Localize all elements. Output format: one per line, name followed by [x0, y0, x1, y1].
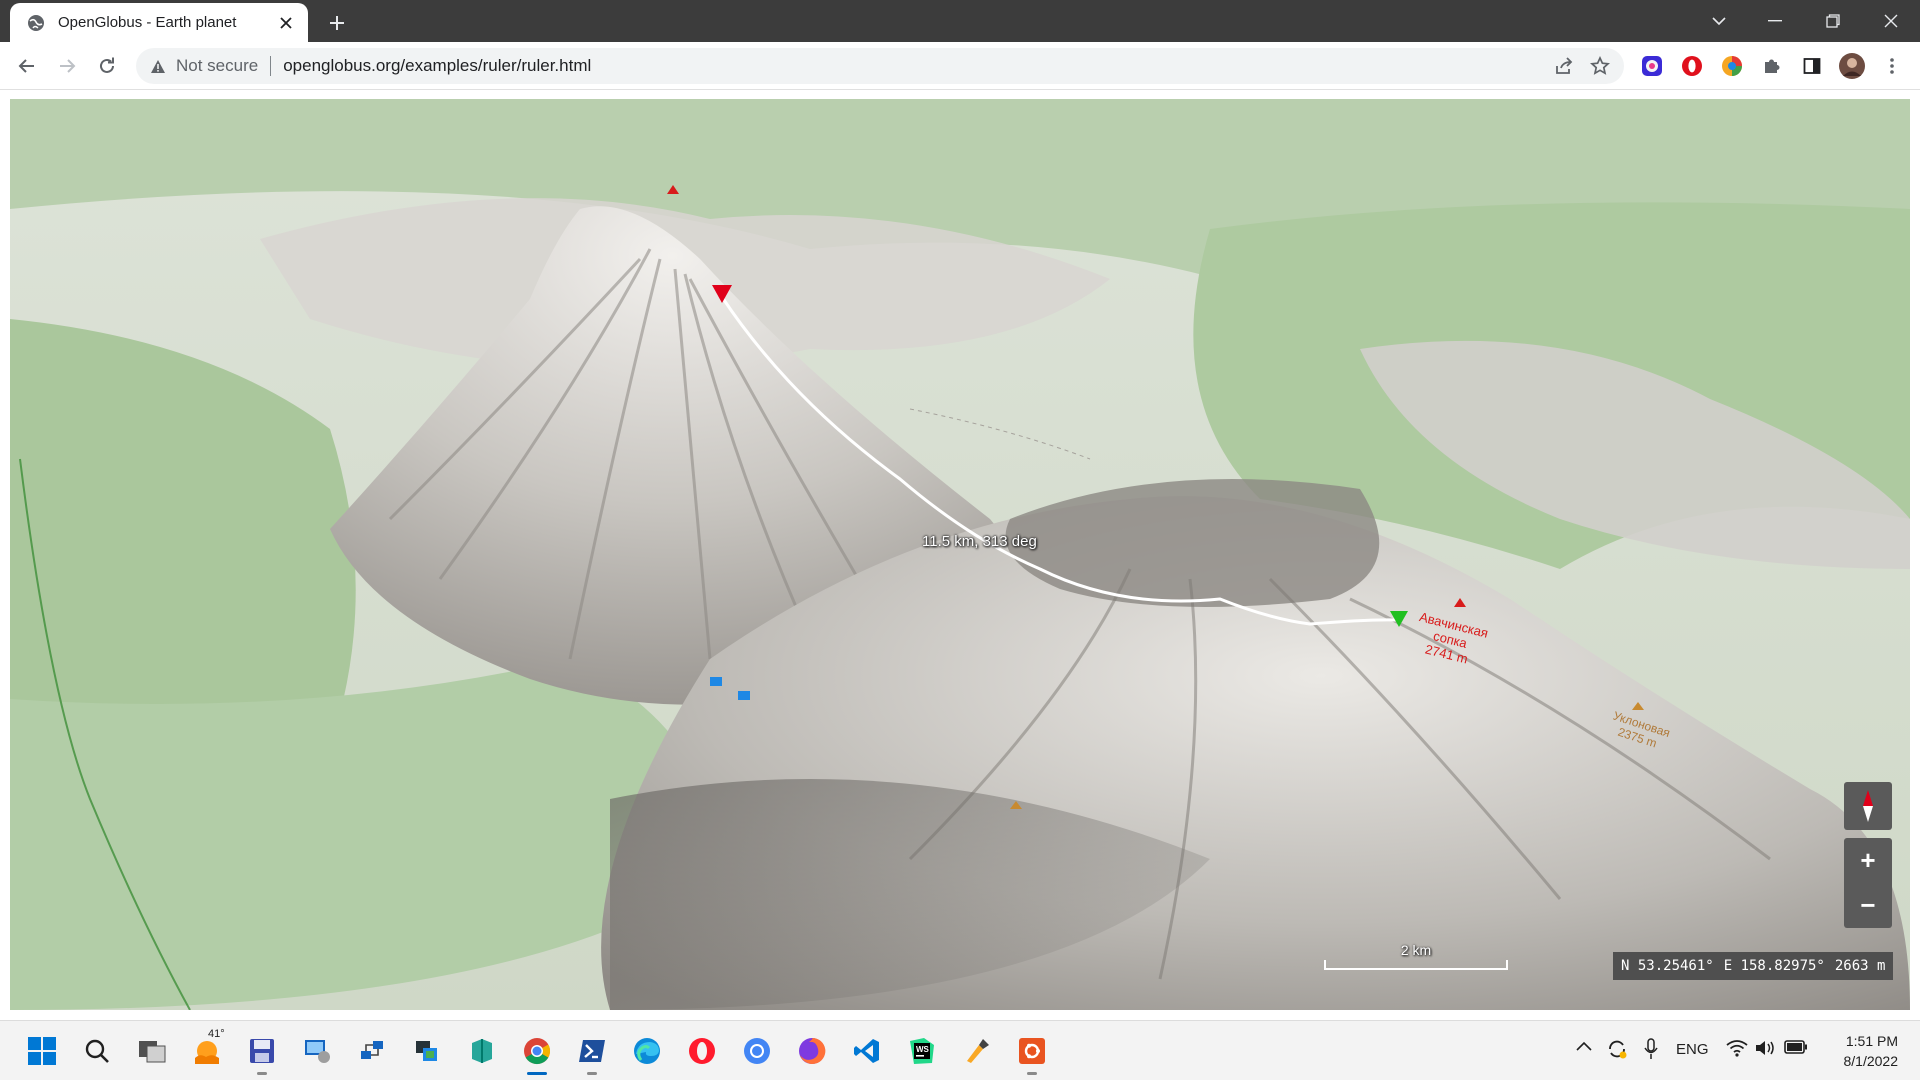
language-indicator[interactable]: ENG — [1676, 1041, 1709, 1058]
system-tray: ENG 1:51 PM 8/1/2022 — [1540, 1021, 1920, 1081]
scale-line — [1324, 960, 1508, 970]
remote-desktop-icon[interactable] — [297, 1031, 337, 1071]
compass-icon — [1861, 789, 1875, 823]
side-panel-icon[interactable] — [1796, 50, 1828, 82]
chevron-up-icon[interactable] — [1576, 1041, 1592, 1051]
scale-label: 2 km — [1400, 942, 1432, 958]
longitude: E 158.82975° — [1723, 958, 1825, 974]
address-bar[interactable]: Not secure openglobus.org/examples/ruler… — [136, 48, 1624, 84]
vscode-icon[interactable] — [847, 1031, 887, 1071]
microphone-icon[interactable] — [1644, 1038, 1658, 1060]
volume-icon[interactable] — [1754, 1039, 1776, 1057]
coordinates-readout: N 53.25461° E 158.82975° 2663 m — [1613, 952, 1894, 980]
opera-icon[interactable] — [682, 1031, 722, 1071]
menu-kebab-icon[interactable] — [1876, 50, 1908, 82]
shelter-icon — [710, 677, 722, 686]
ubuntu-icon[interactable] — [1012, 1031, 1052, 1075]
sync-icon[interactable] — [1606, 1038, 1628, 1060]
powershell-icon[interactable] — [572, 1031, 612, 1075]
restore-icon[interactable] — [1810, 0, 1856, 42]
zoom-in-button[interactable]: + — [1844, 838, 1892, 883]
globe-icon — [26, 13, 46, 33]
latitude: N 53.25461° — [1621, 958, 1714, 974]
extension-color-icon[interactable] — [1636, 50, 1668, 82]
minimize-icon[interactable] — [1752, 0, 1798, 42]
forward-arrow-icon[interactable] — [51, 50, 83, 82]
close-icon[interactable] — [274, 11, 298, 35]
new-tab-button[interactable] — [322, 8, 352, 38]
search-icon[interactable] — [77, 1031, 117, 1071]
taskbar: 41° WS ENG 1:51 PM 8/1/2022 — [0, 1020, 1920, 1080]
firefox-icon[interactable] — [792, 1031, 832, 1071]
save-disk-icon[interactable] — [242, 1031, 282, 1075]
clock[interactable]: 1:51 PM 8/1/2022 — [1844, 1031, 1899, 1071]
globe-viewport[interactable]: Авачинская сопка 2741 m Уклоновая 2375 m… — [10, 99, 1910, 1010]
reload-icon[interactable] — [91, 50, 123, 82]
back-arrow-icon[interactable] — [11, 50, 43, 82]
measurement-label: 11.5 km, 313 deg — [922, 533, 1037, 550]
wifi-icon[interactable] — [1726, 1039, 1748, 1057]
task-view-icon[interactable] — [132, 1031, 172, 1071]
webstorm-icon[interactable]: WS — [902, 1031, 942, 1071]
tab-search-icon[interactable] — [1696, 0, 1742, 42]
zoom-controls: + − — [1844, 838, 1892, 928]
svg-text:WS: WS — [916, 1045, 930, 1054]
weather-temperature: 41° — [208, 1028, 225, 1040]
tab-title: OpenGlobus - Earth planet — [58, 14, 237, 31]
scale-bar: 2 km — [1324, 942, 1508, 970]
clock-date: 8/1/2022 — [1843, 1053, 1899, 1069]
storage-icon[interactable] — [407, 1031, 447, 1071]
start-icon[interactable] — [22, 1031, 62, 1071]
omnibox-divider — [270, 56, 272, 76]
warning-icon[interactable] — [150, 59, 166, 74]
color-picker-icon[interactable] — [1716, 50, 1748, 82]
browser-toolbar: Not secure openglobus.org/examples/ruler… — [0, 42, 1920, 90]
compass-button[interactable] — [1844, 782, 1892, 830]
url-text[interactable]: openglobus.org/examples/ruler/ruler.html — [283, 56, 591, 76]
shelter-icon — [738, 691, 750, 700]
tool-icon[interactable] — [957, 1031, 997, 1071]
profile-avatar[interactable] — [1836, 50, 1868, 82]
zoom-out-button[interactable]: − — [1844, 883, 1892, 928]
chrome-icon[interactable] — [517, 1031, 557, 1075]
height: 2663 m — [1834, 958, 1886, 974]
tab-openglobus[interactable]: OpenGlobus - Earth planet — [10, 3, 308, 42]
security-label[interactable]: Not secure — [176, 56, 258, 76]
edge-icon[interactable] — [627, 1031, 667, 1071]
close-window-icon[interactable] — [1868, 0, 1914, 42]
extensions-puzzle-icon[interactable] — [1756, 50, 1788, 82]
battery-icon[interactable] — [1784, 1039, 1808, 1055]
s3-browser-icon[interactable] — [462, 1031, 502, 1071]
tab-strip: OpenGlobus - Earth planet — [0, 0, 1920, 42]
network-icon[interactable] — [352, 1031, 392, 1071]
clock-time: 1:51 PM — [1845, 1033, 1898, 1049]
share-icon[interactable] — [1554, 57, 1574, 75]
chrome-alt-icon[interactable] — [737, 1031, 777, 1071]
opera-vpn-icon[interactable] — [1676, 50, 1708, 82]
bookmark-star-icon[interactable] — [1590, 56, 1610, 76]
terrain-render[interactable] — [10, 99, 1910, 1010]
